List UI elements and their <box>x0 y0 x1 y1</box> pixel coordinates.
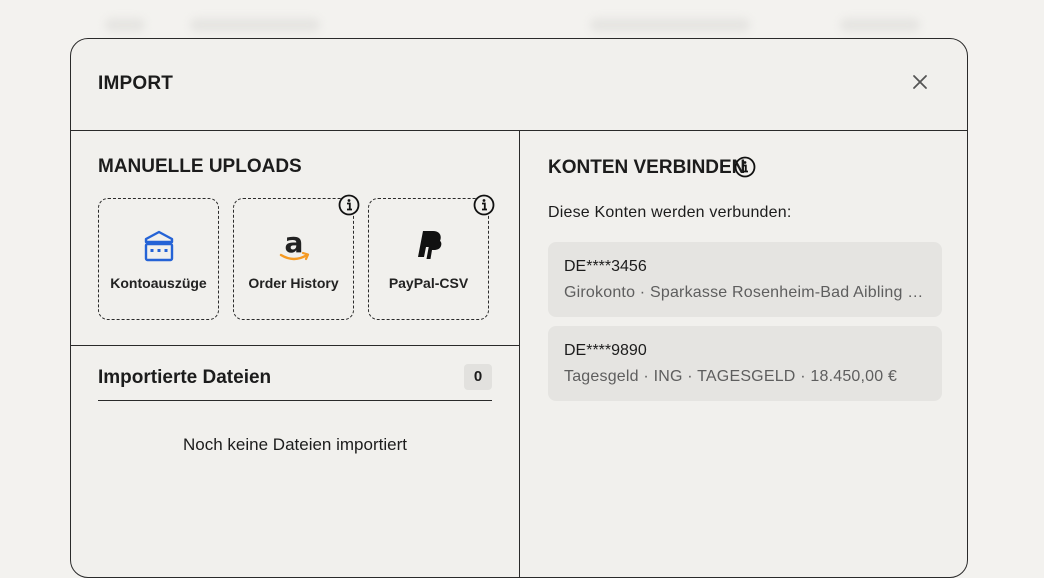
close-icon <box>913 75 927 89</box>
empty-state-text: Noch keine Dateien importiert <box>183 435 407 454</box>
background-blur <box>840 18 920 32</box>
upload-card-label: Kontoauszüge <box>110 275 207 291</box>
upload-card-order-history[interactable]: a Order History <box>233 198 354 320</box>
upload-card-label: Order History <box>248 275 339 291</box>
bank-icon <box>144 230 173 262</box>
account-iban: DE****9890 <box>564 342 647 359</box>
upload-card-kontoauszuege[interactable]: Kontoauszüge <box>98 198 219 320</box>
imported-files-count-badge: 0 <box>464 364 492 390</box>
imported-files-title: Importierte Dateien <box>98 367 272 388</box>
connect-accounts-info-button[interactable] <box>734 156 756 178</box>
divider <box>98 400 492 401</box>
upload-card-label: PayPal-CSV <box>388 275 469 291</box>
order-history-info-button[interactable] <box>338 194 360 216</box>
connect-accounts-title: KONTEN VERBINDEN <box>548 157 746 178</box>
connect-accounts-subtitle: Diese Konten werden verbunden: <box>548 204 792 221</box>
account-details: Tagesgeld · ING · TAGESGELD · 18.450,00 … <box>564 368 898 385</box>
svg-text:a: a <box>284 229 303 259</box>
account-card[interactable]: DE****9890 Tagesgeld · ING · TAGESGELD ·… <box>548 326 942 401</box>
paypal-logo-icon <box>417 231 441 259</box>
import-modal: IMPORT MANUELLE UPLOADS Kontoauszüge a O… <box>70 38 968 578</box>
account-details: Girokonto · Sparkasse Rosenheim-Bad Aibl… <box>564 284 928 301</box>
modal-header: IMPORT <box>71 39 967 131</box>
background-blur <box>190 18 320 32</box>
info-icon <box>734 156 756 178</box>
account-card[interactable]: DE****3456 Girokonto · Sparkasse Rosenhe… <box>548 242 942 317</box>
paypal-info-button[interactable] <box>473 194 495 216</box>
info-icon <box>473 194 495 216</box>
manual-uploads-section: MANUELLE UPLOADS Kontoauszüge a Order Hi… <box>71 131 519 346</box>
upload-card-paypal-csv[interactable]: PayPal-CSV <box>368 198 489 320</box>
background-blur <box>590 18 750 32</box>
close-button[interactable] <box>909 71 931 93</box>
manual-uploads-title: MANUELLE UPLOADS <box>98 156 302 177</box>
modal-title: IMPORT <box>98 73 174 94</box>
amazon-logo-icon: a <box>279 229 309 261</box>
column-divider <box>519 130 520 577</box>
info-icon <box>338 194 360 216</box>
background-blur <box>105 18 145 32</box>
account-iban: DE****3456 <box>564 258 647 275</box>
